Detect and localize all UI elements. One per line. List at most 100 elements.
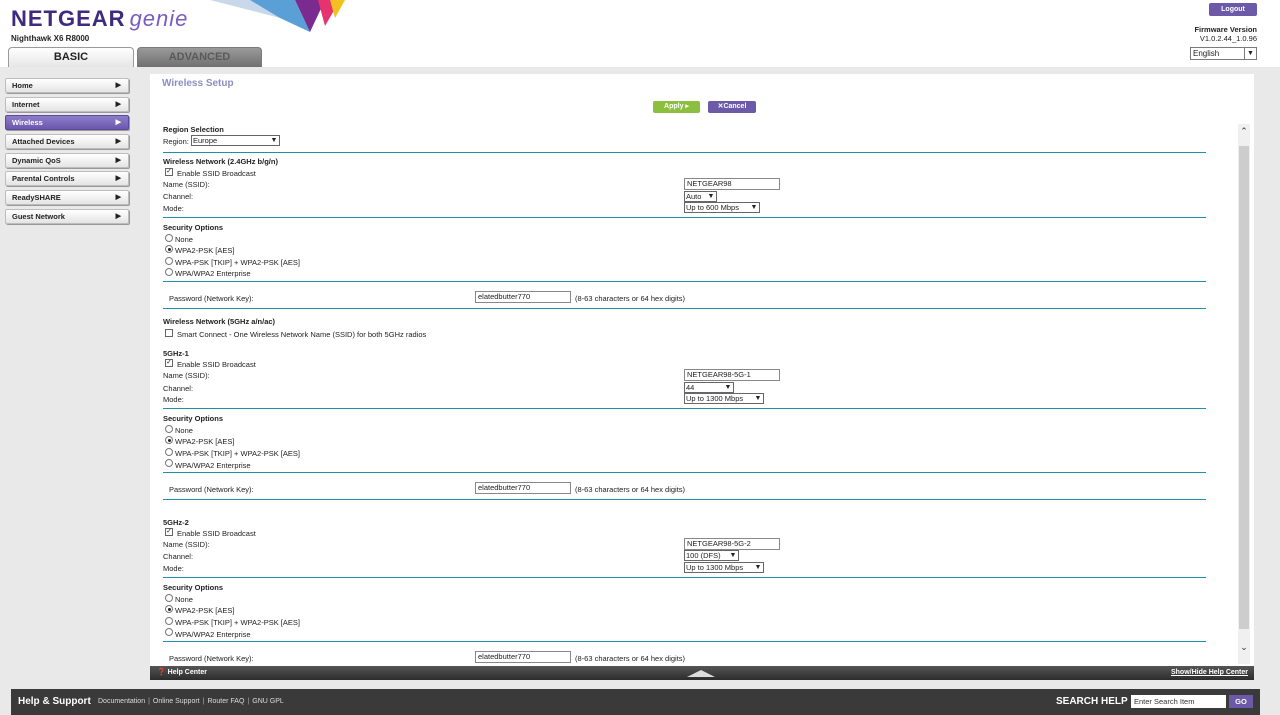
password-5g2-input[interactable]: elatedbutter770 <box>475 651 571 663</box>
security-5g1-none-radio[interactable] <box>165 425 173 433</box>
password-24-hint: (8-63 characters or 64 hex digits) <box>575 294 686 303</box>
online-support-link[interactable]: Online Support <box>153 698 200 705</box>
channel-24-label: Channel: <box>163 192 194 201</box>
sidebar-item-attached-devices[interactable]: Attached Devices ▶ <box>5 134 129 150</box>
separator: | <box>148 698 150 705</box>
security-24-none-label: None <box>175 235 193 244</box>
sidebar: Home ▶ Internet ▶ Wireless ▶ Attached Devic… <box>5 78 129 228</box>
channel-24-select[interactable]: Auto ▼ <box>684 191 717 202</box>
ssid-broadcast-5g2-checkbox[interactable]: ✓ <box>165 528 173 536</box>
mode-24-label: Mode: <box>163 204 184 213</box>
expand-up-icon[interactable] <box>687 670 715 677</box>
security-5g2-none-label: None <box>175 595 193 604</box>
search-input[interactable]: Enter Search Item <box>1131 695 1226 708</box>
sidebar-item-label: Internet <box>12 99 40 109</box>
smart-connect-checkbox[interactable] <box>165 329 173 337</box>
security-5g2-mixed-radio[interactable] <box>165 617 173 625</box>
security-5g2-wpa2-label: WPA2-PSK [AES] <box>175 606 235 615</box>
sidebar-item-readyshare[interactable]: ReadySHARE ▶ <box>5 190 129 206</box>
help-center-bar: ❓ Help Center Show/Hide Help Center <box>150 666 1254 680</box>
divider <box>163 308 1206 309</box>
chevron-down-icon: ▼ <box>707 193 715 200</box>
router-faq-link[interactable]: Router FAQ <box>207 698 244 705</box>
scroll-down-icon[interactable]: ⌄ <box>1238 642 1250 654</box>
sidebar-item-label: Dynamic QoS <box>12 155 61 165</box>
sidebar-item-label: ReadySHARE <box>12 193 61 203</box>
chevron-down-icon: ▼ <box>729 552 737 559</box>
brand-name: NETGEAR <box>11 6 126 31</box>
show-hide-help-link[interactable]: Show/Hide Help Center <box>1171 666 1248 680</box>
security-5g1-enterprise-label: WPA/WPA2 Enterprise <box>175 461 251 470</box>
password-5g1-hint: (8-63 characters or 64 hex digits) <box>575 485 686 494</box>
mode-5g2-value: Up to 1300 Mbps <box>686 563 744 572</box>
security-5g1-wpa2-radio[interactable] <box>165 436 173 444</box>
security-5g1-enterprise-radio[interactable] <box>165 459 173 467</box>
footer: Help & Support Documentation | Online Supp… <box>11 689 1260 715</box>
sidebar-item-guest-network[interactable]: Guest Network ▶ <box>5 208 129 224</box>
security-24-none-radio[interactable] <box>165 234 173 242</box>
channel-5g2-label: Channel: <box>163 552 194 561</box>
channel-5g1-select[interactable]: 44 ▼ <box>684 382 734 393</box>
security-5g2-wpa2-radio[interactable] <box>165 605 173 613</box>
search-go-button[interactable]: GO <box>1229 695 1253 708</box>
help-center-label: Help Center <box>167 669 207 676</box>
divider <box>163 499 1206 500</box>
channel-5g2-value: 100 (DFS) <box>686 551 721 560</box>
help-support-title: Help & Support <box>18 696 91 707</box>
ssid-name-5g2-input[interactable]: NETGEAR98-5G-2 <box>684 538 780 550</box>
ssid-name-24-input[interactable]: NETGEAR98 <box>684 178 780 190</box>
tab-advanced[interactable]: ADVANCED <box>137 47 262 67</box>
security-24-mixed-radio[interactable] <box>165 257 173 265</box>
sidebar-item-home[interactable]: Home ▶ <box>5 78 129 93</box>
security-5g2-none-radio[interactable] <box>165 594 173 602</box>
mode-5g1-select[interactable]: Up to 1300 Mbps ▼ <box>684 393 764 404</box>
chevron-right-icon: ▶ <box>115 100 121 108</box>
password-24-input[interactable]: elatedbutter770 <box>475 291 571 303</box>
mode-5g2-select[interactable]: Up to 1300 Mbps ▼ <box>684 562 764 573</box>
help-icon: ❓ <box>157 669 166 676</box>
ssid-broadcast-5g1-checkbox[interactable]: ✓ <box>165 359 173 367</box>
region-select[interactable]: Europe ▼ <box>191 135 280 146</box>
sidebar-item-internet[interactable]: Internet ▶ <box>5 96 129 112</box>
divider <box>163 577 1206 578</box>
mode-5g1-value: Up to 1300 Mbps <box>686 394 744 403</box>
tab-basic[interactable]: BASIC <box>8 47 134 67</box>
security-24-enterprise-radio[interactable] <box>165 268 173 276</box>
security-5g2-enterprise-radio[interactable] <box>165 628 173 636</box>
gnu-gpl-link[interactable]: GNU GPL <box>252 698 284 705</box>
scroll-up-icon[interactable]: ⌃ <box>1238 126 1250 138</box>
mode-24-select[interactable]: Up to 600 Mbps ▼ <box>684 202 760 213</box>
help-center-toggle[interactable]: ❓ Help Center <box>157 666 207 680</box>
firmware-version-value: V1.0.2.44_1.0.96 <box>1199 34 1257 43</box>
security-24-enterprise-label: WPA/WPA2 Enterprise <box>175 269 251 278</box>
sidebar-item-label: Attached Devices <box>12 137 75 147</box>
sidebar-item-wireless[interactable]: Wireless ▶ <box>5 115 129 131</box>
sidebar-item-label: Home <box>12 81 33 90</box>
header: NETGEAR genie Nighthawk X6 R8000 BASIC AD… <box>0 0 1280 67</box>
chevron-right-icon: ▶ <box>115 212 121 220</box>
language-select[interactable]: English ▼ <box>1190 47 1257 60</box>
ssid-broadcast-24-checkbox[interactable]: ✓ <box>165 168 173 176</box>
smart-connect-label: Smart Connect - One Wireless Network Nam… <box>177 330 427 339</box>
ssid-name-5g1-input[interactable]: NETGEAR98-5G-1 <box>684 369 780 381</box>
vertical-scrollbar[interactable]: ⌃ ⌄ <box>1238 124 1250 664</box>
channel-5g2-select[interactable]: 100 (DFS) ▼ <box>684 550 739 561</box>
sidebar-item-label: Parental Controls <box>12 174 75 184</box>
ssid-broadcast-5g1-label: Enable SSID Broadcast <box>177 360 256 369</box>
password-5g1-input[interactable]: elatedbutter770 <box>475 482 571 494</box>
sidebar-item-dynamic-qos[interactable]: Dynamic QoS ▶ <box>5 152 129 168</box>
page-title: Wireless Setup <box>162 78 234 89</box>
logout-button[interactable]: Logout <box>1209 3 1257 16</box>
sidebar-item-parental-controls[interactable]: Parental Controls ▶ <box>5 171 129 187</box>
apply-button[interactable]: Apply ▸ <box>653 101 700 113</box>
documentation-link[interactable]: Documentation <box>98 698 145 705</box>
security-24-wpa2-radio[interactable] <box>165 245 173 253</box>
divider <box>163 281 1206 282</box>
channel-5g1-label: Channel: <box>163 384 194 393</box>
scrollbar-thumb[interactable] <box>1239 146 1249 629</box>
divider <box>163 472 1206 473</box>
cancel-button[interactable]: ✕Cancel <box>708 101 756 113</box>
security-5g2-heading: Security Options <box>163 583 224 592</box>
security-24-wpa2-label: WPA2-PSK [AES] <box>175 246 235 255</box>
security-5g1-mixed-radio[interactable] <box>165 448 173 456</box>
